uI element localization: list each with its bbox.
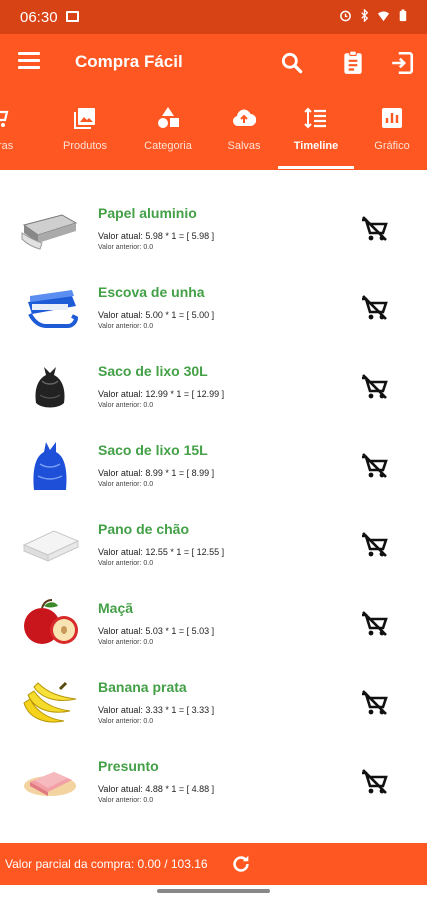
apple-image — [24, 599, 78, 644]
item-name: Pano de chão — [98, 521, 190, 537]
item-current-value: Valor atual: 5.03 * 1 = [ 5.03 ] — [98, 626, 215, 636]
item-current-value: Valor atual: 12.99 * 1 = [ 12.99 ] — [98, 389, 225, 399]
tab-label: Timeline — [293, 140, 339, 152]
nail-brush-image — [28, 290, 79, 328]
shapes-icon — [158, 107, 179, 128]
app-title: Compra Fácil — [75, 52, 183, 71]
item-name: Escova de unha — [98, 284, 205, 300]
purchase-total-bar: Valor parcial da compra: 0.00 / 103.16 — [0, 843, 427, 885]
item-previous-value: Valor anterior: 0.0 — [98, 323, 154, 330]
ham-image — [24, 772, 76, 796]
item-name: Banana prata — [98, 679, 187, 695]
blue-trash-bag-image — [33, 442, 67, 490]
item-name: Maçã — [98, 600, 134, 616]
list-item[interactable]: Maçã Valor atual: 5.03 * 1 = [ 5.03 ] Va… — [0, 588, 427, 667]
alarm-icon — [340, 10, 351, 22]
item-previous-value: Valor anterior: 0.0 — [98, 402, 154, 409]
tab-label: Categoria — [144, 140, 192, 152]
tab-label: Gráfico — [374, 140, 410, 152]
remove-cart-icon[interactable] — [358, 450, 390, 482]
tab-categoria[interactable]: Categoria — [128, 94, 208, 170]
tab-produtos[interactable]: Produtos — [45, 94, 125, 170]
active-tab-indicator — [278, 166, 354, 169]
item-current-value: Valor atual: 3.33 * 1 = [ 3.33 ] — [98, 705, 215, 715]
item-previous-value: Valor anterior: 0.0 — [98, 639, 154, 646]
tab-grafico[interactable]: Gráfico — [352, 94, 427, 170]
remove-cart-icon[interactable] — [358, 687, 390, 719]
home-gesture-handle[interactable] — [157, 889, 270, 893]
tab-label: Produtos — [62, 140, 108, 152]
clipboard-icon[interactable] — [340, 50, 366, 76]
remove-cart-icon[interactable] — [358, 766, 390, 798]
list-item[interactable]: Banana prata Valor atual: 3.33 * 1 = [ 3… — [0, 667, 427, 746]
list-item[interactable]: Papel aluminio Valor atual: 5.98 * 1 = [… — [0, 193, 427, 272]
cloud-upload-icon — [233, 109, 256, 127]
black-trash-bag-image — [35, 367, 65, 408]
list-item[interactable]: Saco de lixo 15L Valor atual: 8.99 * 1 =… — [0, 430, 427, 509]
list-item[interactable]: Escova de unha Valor atual: 5.00 * 1 = [… — [0, 272, 427, 351]
remove-cart-icon[interactable] — [358, 213, 390, 245]
tab-compras[interactable]: mpras — [0, 94, 38, 170]
status-icons — [339, 9, 409, 22]
gesture-navigation-bar — [0, 885, 427, 900]
chart-icon — [382, 108, 402, 128]
remove-cart-icon[interactable] — [358, 608, 390, 640]
banana-image — [23, 681, 77, 723]
tab-label: mpras — [0, 140, 14, 152]
item-current-value: Valor atual: 8.99 * 1 = [ 8.99 ] — [98, 468, 215, 478]
item-name: Presunto — [98, 758, 159, 774]
menu-icon[interactable] — [18, 52, 40, 74]
exit-icon[interactable] — [389, 50, 415, 76]
cart-icon — [0, 110, 9, 127]
list-item[interactable]: Saco de lixo 30L Valor atual: 12.99 * 1 … — [0, 351, 427, 430]
item-previous-value: Valor anterior: 0.0 — [98, 797, 154, 804]
item-previous-value: Valor anterior: 0.0 — [98, 718, 154, 725]
tab-bar: mpras Produtos Categoria Salvas Timeline — [0, 94, 427, 170]
refresh-icon[interactable] — [230, 853, 252, 875]
tab-salvas[interactable]: Salvas — [204, 94, 284, 170]
item-previous-value: Valor anterior: 0.0 — [98, 244, 154, 251]
tab-label: Salvas — [227, 140, 261, 152]
aluminum-foil-image — [21, 214, 78, 250]
timeline-icon — [304, 107, 326, 129]
list-item[interactable]: Presunto Valor atual: 4.88 * 1 = [ 4.88 … — [0, 746, 427, 825]
search-icon[interactable] — [279, 50, 305, 76]
remove-cart-icon[interactable] — [358, 292, 390, 324]
timeline-list: Papel aluminio Valor atual: 5.98 * 1 = [… — [0, 173, 427, 843]
floor-cloth-image — [22, 530, 80, 562]
item-current-value: Valor atual: 5.98 * 1 = [ 5.98 ] — [98, 231, 215, 241]
item-name: Saco de lixo 30L — [98, 363, 208, 379]
app-bar: Compra Fácil — [0, 34, 427, 94]
status-bar: 06:30 — [0, 0, 427, 34]
purchase-total-text: Valor parcial da compra: 0.00 / 103.16 — [5, 857, 208, 871]
battery-icon — [399, 9, 407, 22]
tab-timeline[interactable]: Timeline — [276, 94, 356, 170]
image-icon — [74, 108, 95, 129]
list-item[interactable]: Pano de chão Valor atual: 12.55 * 1 = [ … — [0, 509, 427, 588]
item-current-value: Valor atual: 4.88 * 1 = [ 4.88 ] — [98, 784, 215, 794]
wifi-icon — [377, 11, 390, 22]
remove-cart-icon[interactable] — [358, 529, 390, 561]
item-current-value: Valor atual: 5.00 * 1 = [ 5.00 ] — [98, 310, 215, 320]
item-previous-value: Valor anterior: 0.0 — [98, 481, 154, 488]
item-name: Saco de lixo 15L — [98, 442, 208, 458]
remove-cart-icon[interactable] — [358, 371, 390, 403]
item-name: Papel aluminio — [98, 205, 197, 221]
item-previous-value: Valor anterior: 0.0 — [98, 560, 154, 567]
item-current-value: Valor atual: 12.55 * 1 = [ 12.55 ] — [98, 547, 225, 557]
bluetooth-icon — [361, 9, 369, 22]
gallery-notification-icon — [66, 11, 79, 22]
status-time: 06:30 — [20, 9, 58, 26]
